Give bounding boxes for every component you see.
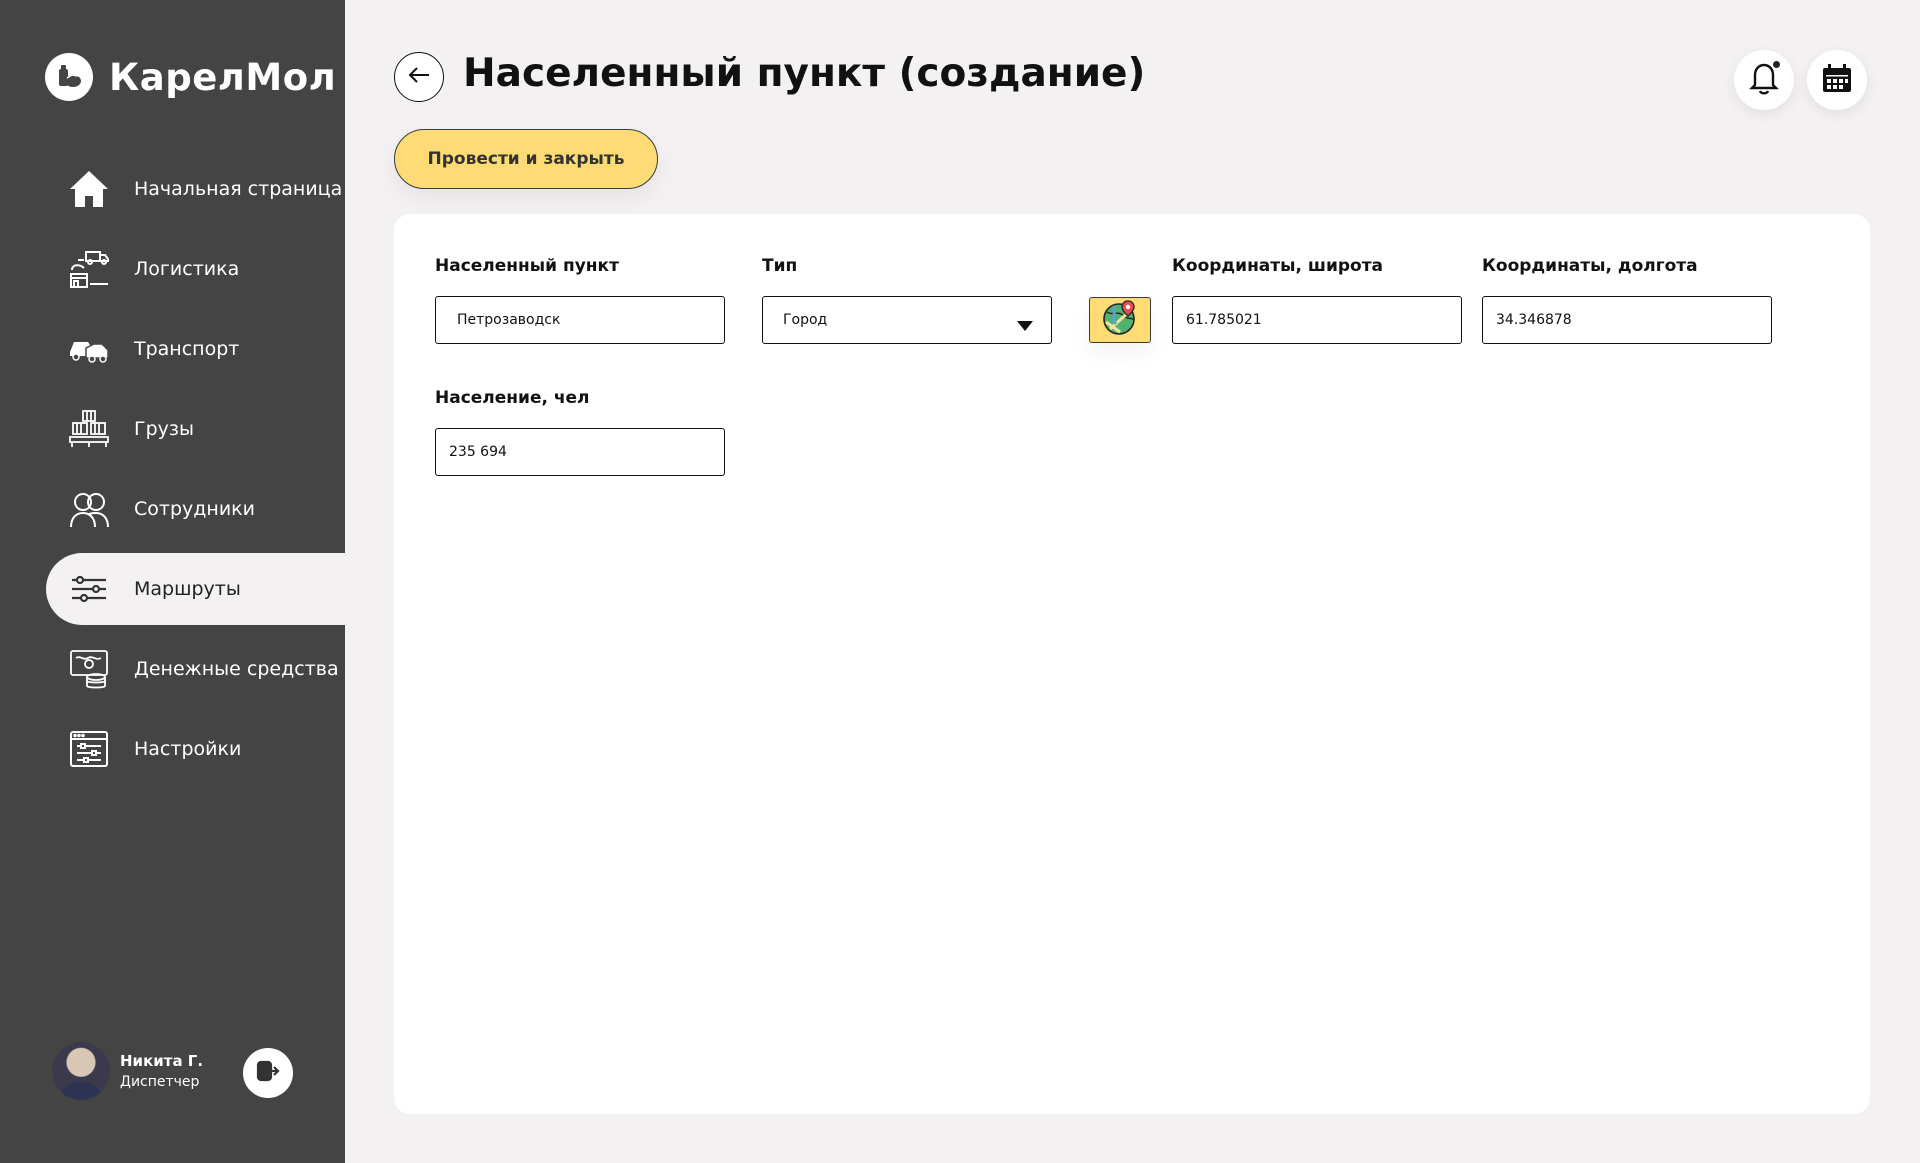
sidebar-item-label: Начальная страница	[134, 178, 343, 200]
milk-logo-icon	[45, 53, 93, 101]
map-picker-button[interactable]	[1089, 297, 1151, 343]
sidebar-item-label: Настройки	[134, 738, 242, 760]
money-icon	[68, 648, 110, 690]
logistics-icon	[68, 248, 110, 290]
caret-down-icon	[1017, 316, 1033, 335]
logout-icon	[255, 1058, 281, 1088]
settings-icon	[68, 728, 110, 770]
sidebar-nav: Начальная страница Логистика Транспорт Г…	[0, 153, 345, 793]
user-profile[interactable]: Никита Г. Диспетчер	[52, 1042, 203, 1100]
latitude-label: Координаты, широта	[1172, 256, 1384, 276]
sidebar-item-label: Денежные средства	[134, 658, 339, 680]
sidebar-item-label: Транспорт	[134, 338, 240, 360]
notification-dot	[1773, 61, 1780, 68]
longitude-input[interactable]	[1482, 296, 1772, 344]
sidebar-item-label: Логистика	[134, 258, 240, 280]
sidebar-item-employees[interactable]: Сотрудники	[0, 473, 345, 545]
arrow-left-icon	[408, 66, 430, 88]
avatar	[52, 1042, 110, 1100]
type-select-value: Город	[783, 312, 828, 328]
sidebar-item-settings[interactable]: Настройки	[0, 713, 345, 785]
calendar-icon	[1821, 62, 1853, 98]
sidebar-item-transport[interactable]: Транспорт	[0, 313, 345, 385]
logout-button[interactable]	[243, 1048, 293, 1098]
sidebar-item-label: Сотрудники	[134, 498, 255, 520]
sidebar-item-money[interactable]: Денежные средства	[0, 633, 345, 705]
calendar-button[interactable]	[1807, 50, 1867, 110]
transport-icon	[68, 328, 110, 370]
form-card: Населенный пункт Тип Город Координаты, ш…	[394, 214, 1870, 1114]
type-label: Тип	[762, 256, 798, 276]
type-select[interactable]: Город	[762, 296, 1052, 344]
sidebar: КарелМол Начальная страница Логистика Тр…	[0, 0, 345, 1163]
post-and-close-button[interactable]: Провести и закрыть	[394, 129, 658, 189]
back-button[interactable]	[394, 52, 444, 102]
page-title: Населенный пункт (создание)	[463, 51, 1146, 96]
sidebar-item-label: Маршруты	[134, 578, 241, 600]
user-meta: Никита Г. Диспетчер	[120, 1052, 203, 1090]
user-name: Никита Г.	[120, 1052, 204, 1070]
cargo-icon	[68, 408, 110, 450]
latitude-input[interactable]	[1172, 296, 1462, 344]
sidebar-item-logistics[interactable]: Логистика	[0, 233, 345, 305]
population-label: Население, чел	[435, 388, 590, 408]
longitude-label: Координаты, долгота	[1482, 256, 1698, 276]
settlement-label: Населенный пункт	[435, 256, 619, 276]
brand-logo[interactable]: КарелМол	[45, 53, 336, 101]
user-role: Диспетчер	[120, 1074, 200, 1090]
sidebar-item-home[interactable]: Начальная страница	[0, 153, 345, 225]
settlement-input[interactable]	[435, 296, 725, 344]
brand-name: КарелМол	[109, 55, 337, 99]
routes-icon	[68, 568, 110, 610]
notifications-button[interactable]	[1734, 50, 1794, 110]
map-globe-icon	[1100, 298, 1140, 342]
home-icon	[68, 168, 110, 210]
sidebar-item-routes[interactable]: Маршруты	[46, 553, 345, 625]
population-input[interactable]	[435, 428, 725, 476]
employees-icon	[68, 488, 110, 530]
sidebar-item-label: Грузы	[134, 418, 194, 440]
sidebar-item-cargo[interactable]: Грузы	[0, 393, 345, 465]
